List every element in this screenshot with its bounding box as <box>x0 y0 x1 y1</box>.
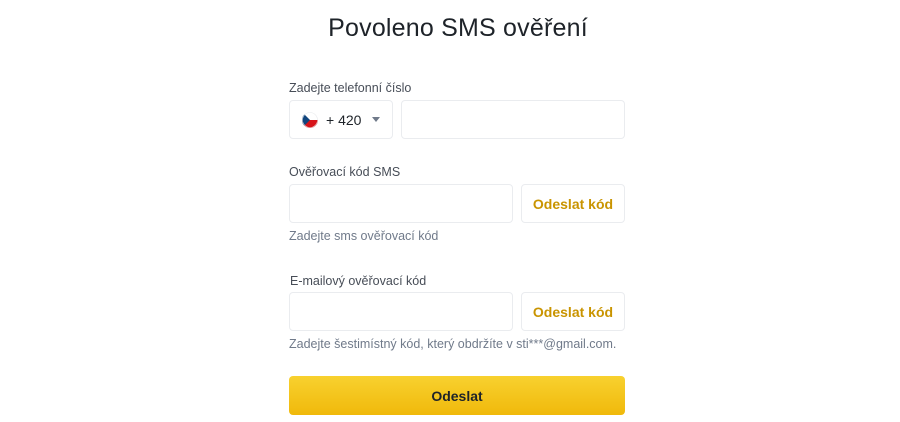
sms-code-label: Ověřovací kód SMS <box>289 165 401 179</box>
caret-down-icon <box>372 117 380 122</box>
country-code: + 420 <box>326 112 362 128</box>
email-code-label: E-mailový ověřovací kód <box>290 274 427 288</box>
czech-flag-icon <box>302 112 318 128</box>
send-sms-code-button[interactable]: Odeslat kód <box>521 184 625 223</box>
sms-verification-page: Povoleno SMS ověření Zadejte telefonní č… <box>0 0 900 422</box>
email-code-hint: Zadejte šestimístný kód, který obdržíte … <box>289 337 617 351</box>
email-code-input[interactable] <box>289 292 513 331</box>
country-code-select[interactable]: + 420 <box>289 100 393 139</box>
sms-code-input[interactable] <box>289 184 513 223</box>
phone-number-input[interactable] <box>401 100 625 139</box>
page-title: Povoleno SMS ověření <box>328 14 588 42</box>
submit-button[interactable]: Odeslat <box>289 376 625 415</box>
phone-label: Zadejte telefonní číslo <box>289 81 412 95</box>
sms-code-hint: Zadejte sms ověřovací kód <box>289 229 439 243</box>
send-email-code-button[interactable]: Odeslat kód <box>521 292 625 331</box>
